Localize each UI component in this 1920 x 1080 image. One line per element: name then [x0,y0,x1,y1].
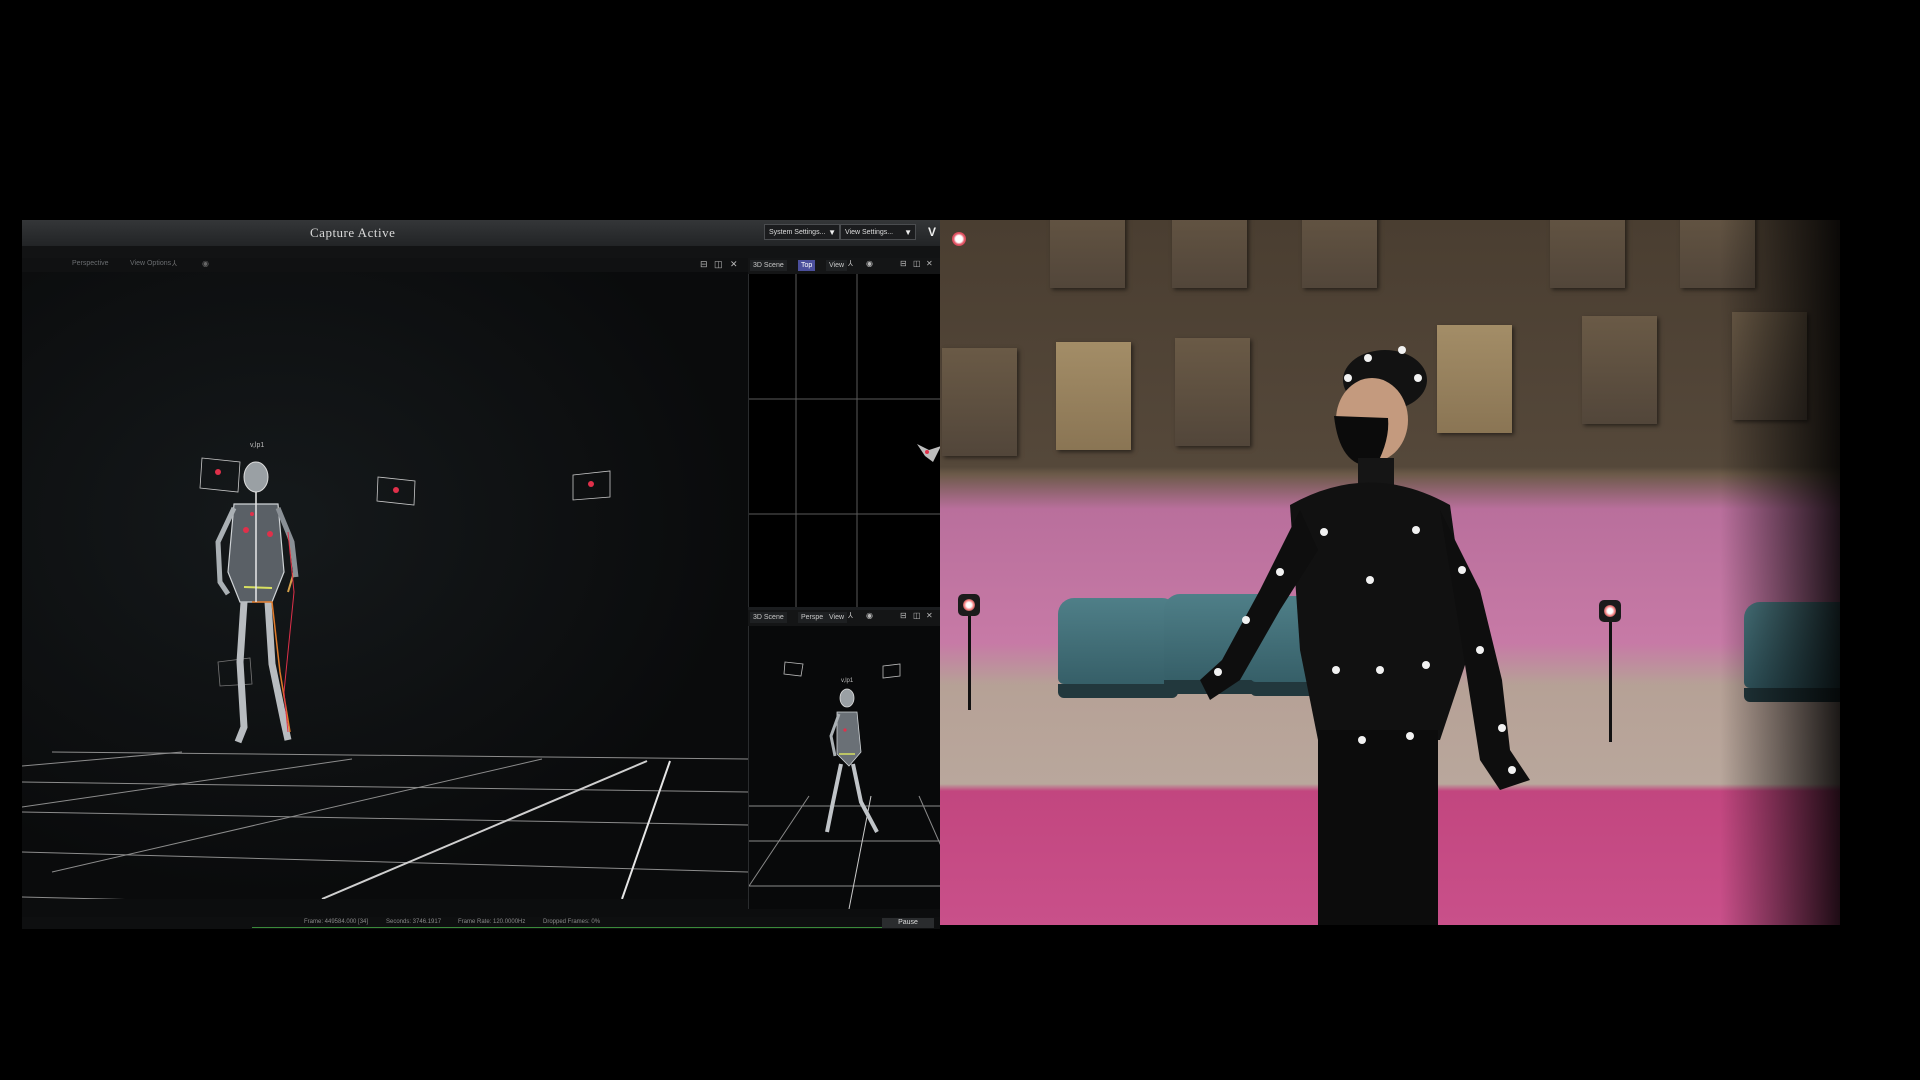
camera-icon[interactable]: ◉ [202,259,209,268]
axes-icon[interactable]: ⅄ [172,259,177,268]
axes-icon[interactable]: ⅄ [848,611,853,620]
tripod [968,616,971,710]
subject-label: v,lp1 [250,442,264,449]
view-direction-menu[interactable]: Perspe [798,612,827,623]
view-settings-dropdown[interactable]: View Settings... ▼ [840,224,916,240]
floor-grid [22,751,748,899]
pause-button[interactable]: Pause [882,918,934,928]
view-menu[interactable]: View [826,612,848,623]
view-options-menu[interactable]: View Options [130,260,171,267]
frame-readout: Frame: 449584.000 [34] [304,919,369,925]
scene-type-menu[interactable]: 3D Scene [750,260,787,271]
perspective-3d-viewport[interactable]: v,lp1 [748,626,940,909]
camera-icon[interactable]: ◉ [866,611,873,620]
system-settings-dropdown[interactable]: System Settings... ▼ [764,224,840,240]
top-view-grid [749,274,940,607]
actor-in-mocap-suit [1200,346,1530,925]
wall-panel [1582,316,1657,424]
camera-marker-2[interactable] [376,476,416,506]
skeleton-figure-small[interactable] [825,688,879,833]
main-3d-viewport[interactable]: v,lp1 [22,272,748,899]
skeleton-figure[interactable] [215,461,299,744]
camera-marker-small-1[interactable] [783,661,804,677]
main-viewport-toolbar: Perspective View Options ⅄ ◉ ⊟ ◫ ✕ [22,258,748,273]
split-panel-icon[interactable]: ◫ [913,259,921,268]
subject-label-small: v,lp1 [841,678,854,684]
camera-marker-small-2[interactable] [882,663,901,679]
camera-marker-3[interactable] [572,470,611,501]
system-settings-label: System Settings... [769,229,826,236]
mocap-application-window: Capture Active System Settings... ▼ View… [22,220,940,929]
mocap-camera [1599,600,1621,622]
minimize-panel-icon[interactable]: ⊟ [900,259,907,268]
top-3d-viewport[interactable] [748,274,940,607]
workspace-tab-row [22,246,940,258]
view-direction-menu[interactable]: Top [798,260,816,271]
capture-progress-line [252,927,902,928]
frame-rate-readout: Frame Rate: 120.0000Hz [458,919,526,925]
chevron-down-icon: ▼ [828,228,836,237]
dropped-frames-readout: Dropped Frames: 0% [543,919,601,925]
minimize-panel-icon[interactable]: ⊟ [700,259,708,270]
split-panel-icon[interactable]: ◫ [913,611,921,620]
camera-marker-1[interactable] [199,457,241,493]
app-logo: V [928,225,937,239]
main-3d-scene: v,lp1 [22,442,748,899]
chevron-down-icon: ▼ [904,228,912,237]
wall-panel [942,348,1017,456]
wall-panel [1056,342,1131,450]
mocap-camera [958,594,980,616]
camera-icon[interactable]: ◉ [866,259,873,268]
wall-panel [1050,220,1125,288]
perspective-floor-grid [749,795,940,909]
live-camera-feed [940,220,1840,925]
skeleton-top-projection [917,444,940,462]
close-panel-icon[interactable]: ✕ [926,611,933,620]
tripod [1609,622,1612,742]
edge-vignette [1720,220,1840,925]
axes-icon[interactable]: ⅄ [848,259,853,268]
top-view-scene [749,274,940,607]
split-panel-icon[interactable]: ◫ [714,259,723,270]
window-title: Capture Active [310,225,396,240]
view-type-menu[interactable]: Perspective [72,260,109,267]
view-menu[interactable]: View [826,260,848,271]
top-view-toolbar: 3D Scene Top View ⅄ ◉ ⊟ ◫ ✕ [748,258,940,275]
wall-panel [1172,220,1247,288]
recording-indicator-icon [952,232,966,246]
wall-panel [1550,220,1625,288]
title-bar: Capture Active System Settings... ▼ View… [22,220,940,247]
perspective-view-toolbar: 3D Scene Perspe View ⅄ ◉ ⊟ ◫ ✕ [748,610,940,627]
close-panel-icon[interactable]: ✕ [926,259,933,268]
close-panel-icon[interactable]: ✕ [730,259,738,270]
scene-type-menu[interactable]: 3D Scene [750,612,787,623]
minimize-panel-icon[interactable]: ⊟ [900,611,907,620]
seconds-readout: Seconds: 3746.1917 [386,919,442,925]
status-bar: Frame: 449584.000 [34] Seconds: 3746.191… [22,917,940,929]
perspective-scene: v,lp1 [749,661,940,909]
view-settings-label: View Settings... [845,229,894,236]
wall-panel [1302,220,1377,288]
camera-marker-4[interactable] [217,657,253,687]
